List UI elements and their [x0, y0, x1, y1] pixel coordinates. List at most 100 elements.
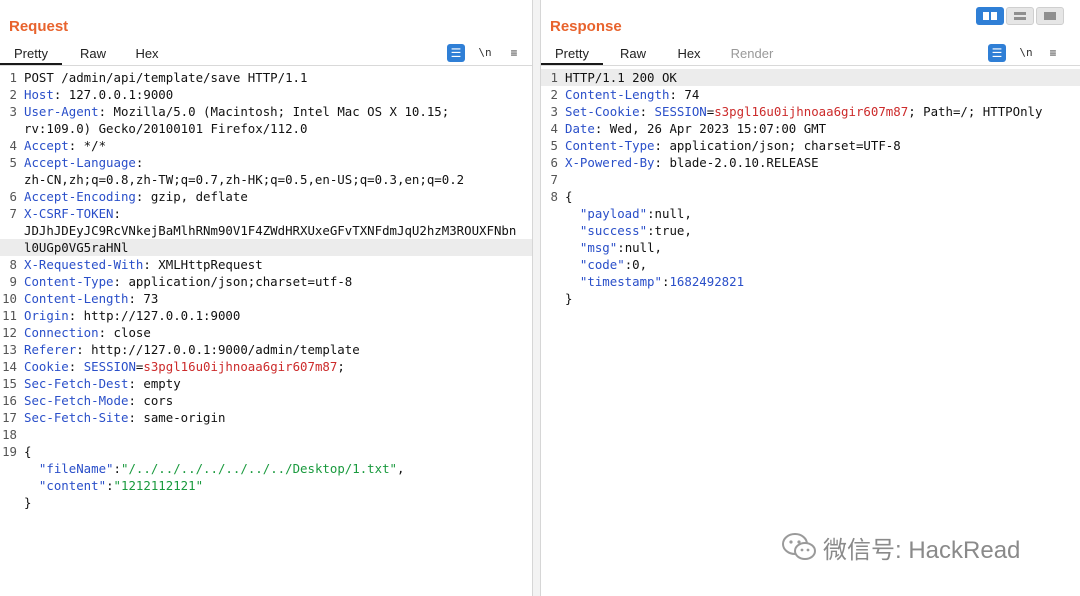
code-token: Content-Type — [24, 274, 114, 289]
line-text: Origin: http://127.0.0.1:9000 — [24, 308, 240, 323]
code-token: X-Requested-With — [24, 257, 144, 272]
code-token: zh-CN,zh;q=0.8,zh-TW;q=0.7,zh-HK;q=0.5,e… — [24, 172, 465, 187]
show-newlines-icon[interactable]: \n — [1017, 44, 1035, 62]
code-line: 4 Date: Wed, 26 Apr 2023 15:07:00 GMT — [541, 120, 1080, 137]
line-text: Date: Wed, 26 Apr 2023 15:07:00 GMT — [565, 121, 826, 136]
code-token: Origin — [24, 308, 69, 323]
pane-splitter[interactable] — [532, 0, 541, 596]
line-text: "payload":null, — [565, 206, 692, 221]
line-text: Connection: close — [24, 325, 151, 340]
menu-icon[interactable]: ≡ — [1044, 44, 1062, 62]
tab-render[interactable]: Render — [721, 43, 783, 65]
tab-raw[interactable]: Raw — [602, 43, 664, 65]
line-text: { — [24, 444, 31, 459]
code-token: Accept — [24, 138, 69, 153]
code-token: Sec-Fetch-Dest — [24, 376, 129, 391]
show-newlines-icon[interactable]: \n — [476, 44, 494, 62]
line-number: 7 — [550, 172, 558, 187]
code-token: "success" — [579, 223, 648, 238]
line-text: "content":"1212112121" — [24, 478, 203, 493]
code-token: X-CSRF-TOKEN — [24, 206, 114, 221]
code-token: Sec-Fetch-Mode — [24, 393, 129, 408]
line-text: POST /admin/api/template/save HTTP/1.1 — [24, 70, 307, 85]
code-line: 8{ — [541, 188, 1080, 205]
code-line: 13 Referer: http://127.0.0.1:9000/admin/t… — [0, 341, 532, 358]
line-number: 15 — [2, 376, 17, 391]
code-token: : Mozilla/5.0 (Macintosh; Intel Mac OS X… — [98, 104, 450, 119]
code-token: : */* — [68, 138, 107, 153]
code-token: s3pgl16u0ijhnoaa6gir607m87 — [143, 359, 338, 374]
code-line: 7 X-CSRF-TOKEN: — [0, 205, 532, 222]
code-line: l0UGp0VG5raHNl — [0, 239, 532, 256]
response-editor[interactable]: 1 HTTP/1.1 200 OK 2 Content-Length: 74 3 Set-… — [541, 69, 1080, 307]
line-number: 18 — [2, 427, 17, 442]
word-wrap-icon[interactable]: ☰ — [988, 44, 1006, 62]
tab-hex[interactable]: Hex — [658, 43, 720, 65]
code-token: : http://127.0.0.1:9000 — [68, 308, 241, 323]
line-text: Sec-Fetch-Site: same-origin — [24, 410, 225, 425]
code-token: } — [24, 495, 32, 510]
line-text: Sec-Fetch-Mode: cors — [24, 393, 173, 408]
tab-raw[interactable]: Raw — [62, 43, 124, 65]
code-token: s3pgl16u0ijhnoaa6gir607m87 — [714, 104, 909, 119]
code-token: } — [565, 291, 573, 306]
line-text: X-CSRF-TOKEN: — [24, 206, 121, 221]
line-text: zh-CN,zh;q=0.8,zh-TW;q=0.7,zh-HK;q=0.5,e… — [24, 172, 464, 187]
code-line: 6 Accept-Encoding: gzip, deflate — [0, 188, 532, 205]
code-token: Set-Cookie — [565, 104, 640, 119]
request-editor[interactable]: 1 POST /admin/api/template/save HTTP/1.1 2… — [0, 69, 532, 511]
line-text: l0UGp0VG5raHNl — [24, 240, 128, 255]
code-token: X-Powered-By — [565, 155, 655, 170]
tabbed-layout-icon[interactable] — [1036, 7, 1064, 25]
code-token: : Wed, 26 Apr 2023 15:07:00 GMT — [594, 121, 827, 136]
code-token: User-Agent — [24, 104, 99, 119]
code-token: : application/json; charset=UTF-8 — [654, 138, 901, 153]
line-text: "msg":null, — [565, 240, 662, 255]
menu-icon[interactable]: ≡ — [505, 44, 523, 62]
code-token: "payload" — [579, 206, 648, 221]
line-text: Accept-Language: — [24, 155, 143, 170]
stacked-layout-icon[interactable] — [1006, 7, 1034, 25]
line-number: 9 — [9, 274, 17, 289]
tab-pretty[interactable]: Pretty — [0, 43, 62, 65]
side-by-side-layout-icon[interactable] — [976, 7, 1004, 25]
code-line: 19 { — [0, 443, 532, 460]
code-token: Content-Length — [24, 291, 129, 306]
response-title: Response — [550, 18, 622, 35]
line-text: Content-Type: application/json;charset=u… — [24, 274, 352, 289]
line-number: 2 — [550, 87, 558, 102]
line-text: HTTP/1.1 200 OK — [565, 70, 677, 85]
code-token: :null, — [617, 240, 662, 255]
line-text: } — [24, 495, 31, 510]
code-token: : same-origin — [128, 410, 226, 425]
code-line: 17 Sec-Fetch-Site: same-origin — [0, 409, 532, 426]
tab-pretty[interactable]: Pretty — [541, 43, 603, 65]
code-token: : 127.0.0.1:9000 — [53, 87, 174, 102]
code-token: :null, — [647, 206, 692, 221]
code-token: Accept-Language — [24, 155, 136, 170]
code-line: 8 X-Requested-With: XMLHttpRequest — [0, 256, 532, 273]
code-token: Content-Length — [565, 87, 670, 102]
tab-hex[interactable]: Hex — [116, 43, 178, 65]
code-token: ; — [337, 359, 345, 374]
code-line: 10 Content-Length: 73 — [0, 290, 532, 307]
line-text: Accept-Encoding: gzip, deflate — [24, 189, 248, 204]
code-line: 1 POST /admin/api/template/save HTTP/1.1 — [0, 69, 532, 86]
line-text — [565, 172, 572, 187]
code-line: 18 — [0, 426, 532, 443]
line-text: Referer: http://127.0.0.1:9000/admin/tem… — [24, 342, 360, 357]
request-title: Request — [9, 18, 69, 35]
code-line: "content":"1212112121" — [0, 477, 532, 494]
code-token: SESSION — [83, 359, 136, 374]
code-token: Connection — [24, 325, 99, 340]
watermark: 微信号: HackRead — [781, 532, 1020, 564]
code-line: } — [0, 494, 532, 511]
line-text: Cookie: SESSION=s3pgl16u0ijhnoaa6gir607m… — [24, 359, 345, 374]
code-line: 7 — [541, 171, 1080, 188]
word-wrap-icon[interactable]: ☰ — [447, 44, 465, 62]
code-line: 5 Accept-Language: — [0, 154, 532, 171]
